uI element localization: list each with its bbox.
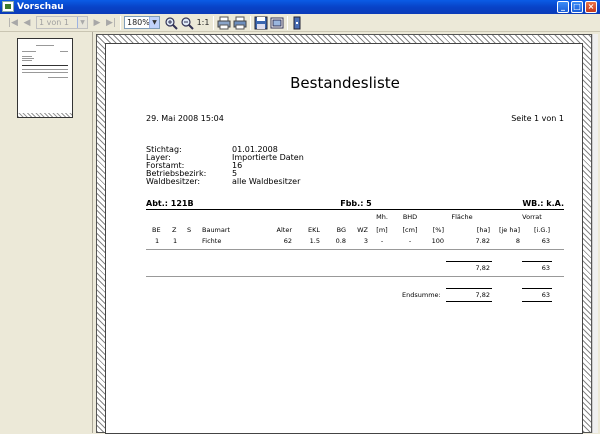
table-cell: 62 xyxy=(283,237,292,245)
chevron-down-icon: ▼ xyxy=(149,17,159,28)
col-header: EKL xyxy=(308,226,320,234)
col-header: Baumart xyxy=(202,226,231,234)
next-page-icon[interactable]: ▶ xyxy=(92,16,102,30)
section-wb: WB.: k.A. xyxy=(522,199,564,208)
table-cell: 1 xyxy=(155,237,160,245)
page-select-value: 1 von 1 xyxy=(39,18,69,27)
report-title: Bestandesliste xyxy=(290,74,400,92)
subtotal-rule-ig xyxy=(522,261,552,262)
col-header: Z xyxy=(172,226,177,234)
table-cell: 1.5 xyxy=(309,237,320,245)
table-cell: - xyxy=(380,237,384,245)
page-select[interactable]: 1 von 1 ▼ xyxy=(36,16,88,29)
print-icon[interactable] xyxy=(217,16,231,30)
col-header: [je ha] xyxy=(498,226,520,234)
thumbnail-panel xyxy=(0,32,93,433)
report-date: 29. Mai 2008 15:04 xyxy=(146,114,224,123)
col-header: [i.G.] xyxy=(533,226,550,234)
title-bar: Vorschau _ □ × xyxy=(0,0,600,14)
endsumme-underline-ig xyxy=(522,301,552,302)
endsumme-rule-ig xyxy=(522,288,552,289)
endsumme-rule-ha xyxy=(446,288,492,289)
endsumme-underline-ha xyxy=(446,301,492,302)
col-header: [ha] xyxy=(476,226,490,234)
print-setup-icon[interactable] xyxy=(233,16,247,30)
section-fbb: Fbb.: 5 xyxy=(340,199,372,208)
maximize-button[interactable]: □ xyxy=(571,1,583,13)
endsumme-ha: 7,82 xyxy=(475,291,490,299)
close-button[interactable]: × xyxy=(585,1,597,13)
report-page: Bestandesliste 29. Mai 2008 15:04 Seite … xyxy=(105,43,583,434)
zoom-select-value: 180% xyxy=(127,18,150,27)
meta-label: Waldbesitzer: xyxy=(146,177,201,186)
section-abt: Abt.: 121B xyxy=(146,199,194,208)
table-cell: 3 xyxy=(363,237,368,245)
table-cell: 63 xyxy=(541,237,550,245)
table-rule xyxy=(146,249,564,250)
report-page-number: Seite 1 von 1 xyxy=(511,114,564,123)
col-header-mh: Mh. xyxy=(376,213,388,221)
endsumme-ig: 63 xyxy=(541,291,550,299)
toolbar-separator xyxy=(287,16,288,30)
endsumme-label: Endsumme: xyxy=(402,291,441,299)
preview-window: Vorschau _ □ × |◀ ◀ 1 von 1 ▼ ▶ ▶| 180% … xyxy=(0,0,600,434)
col-header: [%] xyxy=(432,226,444,234)
table-rule xyxy=(146,276,564,277)
table-cell: 7.82 xyxy=(475,237,490,245)
minimize-button[interactable]: _ xyxy=(557,1,569,13)
toolbar-separator xyxy=(213,16,214,30)
page-setup-icon[interactable] xyxy=(270,16,284,30)
col-header-flaeche: Fläche xyxy=(451,213,473,221)
table-cell: - xyxy=(408,237,412,245)
col-header-vorrat: Vorrat xyxy=(522,213,542,221)
subtotal-ha: 7,82 xyxy=(475,264,490,272)
page-thumbnail[interactable] xyxy=(17,38,73,118)
section-rule xyxy=(146,209,564,210)
exit-icon[interactable] xyxy=(290,16,304,30)
subtotal-ig: 63 xyxy=(541,264,550,272)
last-page-icon[interactable]: ▶| xyxy=(106,16,116,30)
toolbar-separator xyxy=(120,16,121,30)
col-header: BG xyxy=(336,226,346,234)
page-frame: Bestandesliste 29. Mai 2008 15:04 Seite … xyxy=(96,34,592,434)
toolbar: |◀ ◀ 1 von 1 ▼ ▶ ▶| 180% ▼ 1:1 xyxy=(0,14,600,32)
table-cell: 100 xyxy=(431,237,444,245)
chevron-down-icon: ▼ xyxy=(77,17,87,28)
table-cell: 1 xyxy=(173,237,178,245)
meta-value: Importierte Daten xyxy=(232,153,304,162)
zoom-select[interactable]: 180% ▼ xyxy=(124,16,160,29)
subtotal-rule-ha xyxy=(446,261,492,262)
app-icon xyxy=(2,1,14,12)
col-header: BE xyxy=(152,226,161,234)
zoom-out-icon[interactable] xyxy=(180,16,194,30)
window-title: Vorschau xyxy=(17,2,64,12)
col-header-bhd: BHD xyxy=(402,213,418,221)
table-cell: 0.8 xyxy=(335,237,346,245)
save-icon[interactable] xyxy=(254,16,268,30)
vertical-scrollbar[interactable] xyxy=(592,34,598,433)
col-header: WZ xyxy=(357,226,368,234)
table-cell: Fichte xyxy=(202,237,222,245)
col-header: [m] xyxy=(376,226,388,234)
col-header: S xyxy=(187,226,192,234)
table-cell: 8 xyxy=(515,237,520,245)
first-page-icon[interactable]: |◀ xyxy=(8,16,18,30)
col-header: [cm] xyxy=(402,226,418,234)
toolbar-separator xyxy=(250,16,251,30)
zoom-actual-size-button[interactable]: 1:1 xyxy=(196,16,210,30)
preview-area: Bestandesliste 29. Mai 2008 15:04 Seite … xyxy=(94,32,600,434)
meta-value: alle Waldbesitzer xyxy=(232,177,301,186)
col-header: Alter xyxy=(276,226,292,234)
prev-page-icon[interactable]: ◀ xyxy=(22,16,32,30)
zoom-in-icon[interactable] xyxy=(164,16,178,30)
